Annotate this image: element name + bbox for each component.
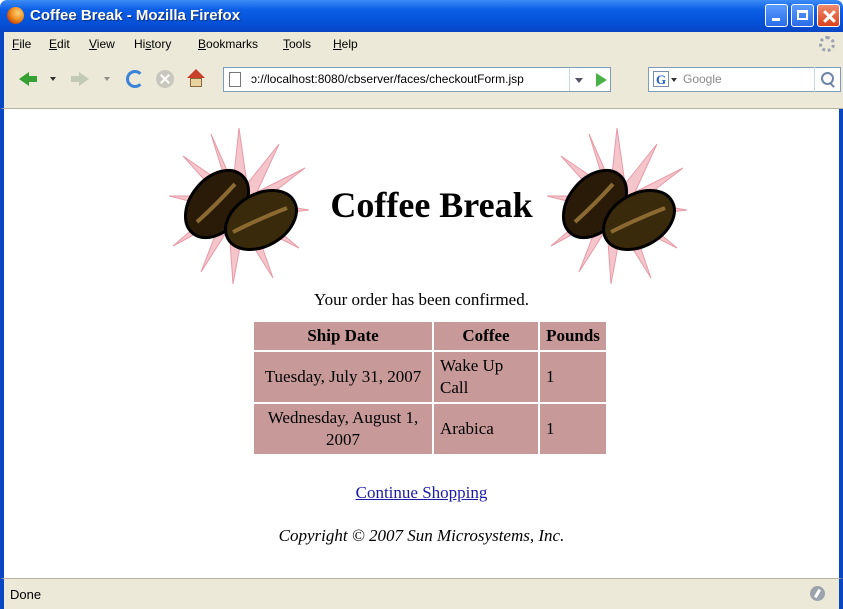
menu-history[interactable]: History [134, 37, 171, 51]
menu-edit[interactable]: Edit [49, 37, 70, 51]
coffee-beans-logo-left [169, 127, 309, 285]
stop-icon[interactable] [156, 70, 174, 88]
go-arrow-icon[interactable] [596, 73, 607, 87]
search-box[interactable]: G Google [648, 67, 841, 92]
page-content: Coffee Break Your order has been confirm… [4, 110, 839, 576]
menu-file[interactable]: File [12, 37, 31, 51]
forward-arrow-icon[interactable] [70, 69, 90, 89]
order-table: Ship Date Coffee Pounds Tuesday, July 31… [252, 320, 608, 456]
forward-history-dropdown-icon[interactable] [104, 77, 110, 81]
page-icon [229, 72, 241, 87]
url-text: ɔ://localhost:8080/cbserver/faces/checko… [251, 72, 524, 86]
status-bar: Done [0, 578, 843, 609]
pounds-cell: 1 [540, 404, 606, 454]
window-frame-right [839, 32, 843, 609]
banner-title: Coffee Break [330, 185, 533, 225]
table-header-row: Ship Date Coffee Pounds [254, 322, 606, 350]
navigation-toolbar: ɔ://localhost:8080/cbserver/faces/checko… [0, 57, 843, 109]
back-arrow-icon[interactable] [18, 69, 38, 89]
menu-view[interactable]: View [89, 37, 115, 51]
title-bar: Coffee Break - Mozilla Firefox [0, 0, 843, 32]
status-text: Done [10, 587, 42, 602]
close-icon [818, 5, 839, 26]
coffee-beans-logo-right [547, 127, 687, 285]
order-confirmation-message: Your order has been confirmed. [314, 290, 529, 309]
pounds-cell: 1 [540, 352, 606, 402]
search-placeholder: Google [683, 72, 722, 86]
continue-shopping-link[interactable]: Continue Shopping [4, 483, 839, 503]
table-row: Wednesday, August 1, 2007 Arabica 1 [254, 404, 606, 454]
ship-date-cell: Tuesday, July 31, 2007 [254, 352, 432, 402]
column-header-coffee: Coffee [434, 322, 538, 350]
url-bar[interactable]: ɔ://localhost:8080/cbserver/faces/checko… [223, 67, 611, 92]
minimize-button[interactable] [765, 4, 788, 27]
throbber-icon [819, 36, 835, 52]
menu-help[interactable]: Help [333, 37, 358, 51]
column-header-pounds: Pounds [540, 322, 606, 350]
menu-tools[interactable]: Tools [283, 37, 311, 51]
coffee-cell: Wake Up Call [434, 352, 538, 402]
close-button[interactable] [817, 4, 840, 27]
menu-bar: File Edit View History Bookmarks Tools H… [0, 32, 843, 57]
copyright-text: Copyright © 2007 Sun Microsystems, Inc. [278, 526, 565, 545]
connection-status-icon [810, 586, 825, 601]
search-magnifier-icon[interactable] [814, 67, 841, 92]
reload-icon[interactable] [126, 70, 144, 88]
home-icon[interactable] [186, 69, 206, 89]
ship-date-cell: Wednesday, August 1, 2007 [254, 404, 432, 454]
maximize-icon [792, 5, 813, 26]
url-dropdown-icon[interactable] [569, 68, 588, 91]
table-row: Tuesday, July 31, 2007 Wake Up Call 1 [254, 352, 606, 402]
engine-dropdown-icon[interactable] [671, 78, 677, 82]
maximize-button[interactable] [791, 4, 814, 27]
menu-bookmarks[interactable]: Bookmarks [198, 37, 258, 51]
column-header-ship-date: Ship Date [254, 322, 432, 350]
coffee-break-banner: Coffee Break [169, 126, 689, 286]
firefox-logo-icon [7, 7, 24, 24]
window-title: Coffee Break - Mozilla Firefox [30, 7, 241, 24]
coffee-cell: Arabica [434, 404, 538, 454]
minimize-icon [766, 5, 787, 26]
google-engine-icon[interactable]: G [653, 71, 669, 87]
back-history-dropdown-icon[interactable] [50, 77, 56, 81]
